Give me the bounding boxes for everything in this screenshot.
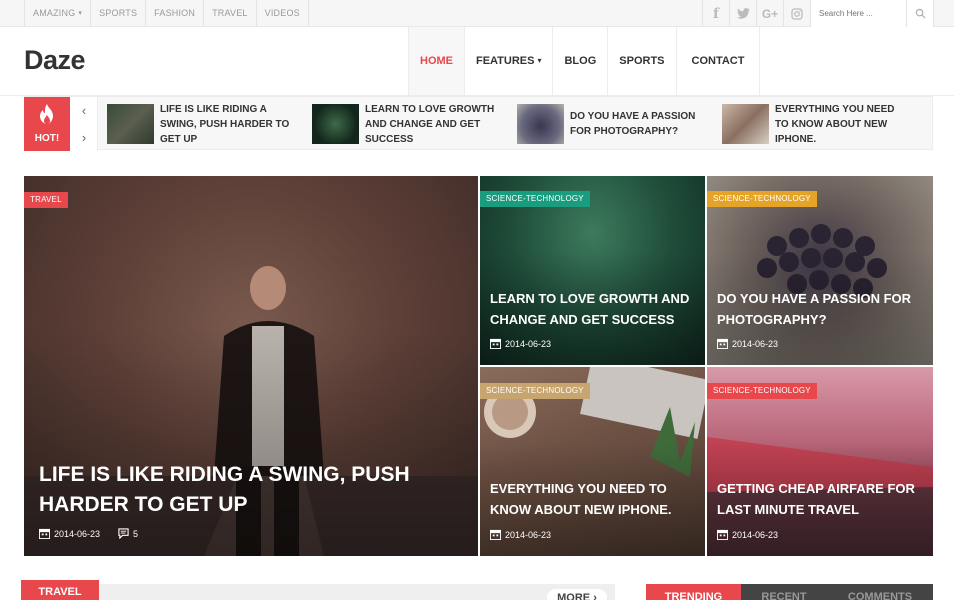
card-title[interactable]: LEARN TO LOVE GROWTH AND CHANGE AND GET … bbox=[490, 288, 695, 330]
post-meta: 2014-06-23 5 bbox=[39, 528, 138, 539]
chevron-down-icon: ▾ bbox=[537, 56, 542, 65]
ticker-thumbnail bbox=[517, 104, 564, 144]
top-nav: AMAZING ▾ SPORTS FASHION TRAVEL VIDEOS bbox=[24, 0, 309, 27]
category-badge[interactable]: SCIENCE-TECHNOLOGY bbox=[480, 191, 590, 207]
hot-ticker: HOT! ‹ › LIFE IS LIKE RIDING A SWING, PU… bbox=[24, 96, 933, 151]
featured-card[interactable]: SCIENCE-TECHNOLOGY LEARN TO LOVE GROWTH … bbox=[480, 176, 705, 365]
twitter-icon[interactable] bbox=[729, 0, 756, 27]
featured-main-title[interactable]: LIFE IS LIKE RIDING A SWING, PUSH HARDER… bbox=[39, 460, 459, 520]
travel-section-header: TRAVEL MORE › bbox=[21, 580, 615, 600]
card-title[interactable]: DO YOU HAVE A PASSION FOR PHOTOGRAPHY? bbox=[717, 288, 922, 330]
featured-card[interactable]: SCIENCE-TECHNOLOGY EVERYTHING YOU NEED T… bbox=[480, 367, 705, 556]
post-date: 2014-06-23 bbox=[732, 529, 779, 540]
search-button[interactable] bbox=[906, 0, 933, 27]
post-date: 2014-06-23 bbox=[505, 529, 552, 540]
top-nav-amazing[interactable]: AMAZING ▾ bbox=[24, 0, 92, 27]
category-badge[interactable]: SCIENCE-TECHNOLOGY bbox=[707, 191, 817, 207]
tab-comments[interactable]: COMMENTS bbox=[827, 584, 933, 600]
post-date: 2014-06-23 bbox=[732, 338, 779, 349]
nav-home[interactable]: HOME bbox=[409, 27, 465, 95]
comment-count: 5 bbox=[133, 528, 139, 539]
ticker-item[interactable]: EVERYTHING YOU NEED TO KNOW ABOUT NEW IP… bbox=[722, 104, 910, 145]
calendar-icon bbox=[39, 528, 50, 539]
post-meta: 2014-06-23 bbox=[717, 529, 778, 540]
top-nav-videos[interactable]: VIDEOS bbox=[257, 0, 309, 27]
nav-contact[interactable]: CONTACT bbox=[677, 27, 761, 95]
google-plus-icon[interactable]: G+ bbox=[756, 0, 783, 27]
post-date: 2014-06-23 bbox=[505, 338, 552, 349]
hot-label: HOT! bbox=[34, 133, 60, 144]
ticker-next-button[interactable]: › bbox=[70, 124, 98, 151]
nav-sports[interactable]: SPORTS bbox=[608, 27, 677, 95]
category-badge[interactable]: SCIENCE-TECHNOLOGY bbox=[480, 383, 590, 399]
ticker-item[interactable]: LIFE IS LIKE RIDING A SWING, PUSH HARDER… bbox=[107, 104, 295, 145]
post-meta: 2014-06-23 bbox=[717, 338, 778, 349]
calendar-icon bbox=[490, 338, 501, 349]
top-bar: AMAZING ▾ SPORTS FASHION TRAVEL VIDEOS f … bbox=[0, 0, 954, 27]
tab-trending[interactable]: TRENDING bbox=[646, 584, 741, 600]
category-badge[interactable]: SCIENCE-TECHNOLOGY bbox=[707, 383, 817, 399]
top-nav-fashion[interactable]: FASHION bbox=[146, 0, 205, 27]
search-icon bbox=[915, 8, 925, 19]
card-title[interactable]: EVERYTHING YOU NEED TO KNOW ABOUT NEW IP… bbox=[490, 478, 700, 520]
card-title[interactable]: GETTING CHEAP AIRFARE FOR LAST MINUTE TR… bbox=[717, 478, 922, 520]
social-links: f G+ bbox=[702, 0, 810, 27]
ticker-item[interactable]: LEARN TO LOVE GROWTH AND CHANGE AND GET … bbox=[312, 104, 500, 145]
ticker-arrows: ‹ › bbox=[70, 97, 98, 151]
sidebar-tabs: TRENDING RECENT COMMENTS bbox=[646, 584, 933, 600]
nav-blog[interactable]: BLOG bbox=[553, 27, 609, 95]
ticker-thumbnail bbox=[722, 104, 769, 144]
site-header: Daze HOME FEATURES ▾ BLOG SPORTS CONTACT bbox=[0, 27, 954, 96]
search-input[interactable] bbox=[819, 0, 903, 27]
ticker-prev-button[interactable]: ‹ bbox=[70, 97, 98, 124]
calendar-icon bbox=[490, 529, 501, 540]
chevron-right-icon: › bbox=[593, 592, 597, 600]
chevron-down-icon: ▾ bbox=[78, 10, 83, 17]
section-tab-travel[interactable]: TRAVEL bbox=[21, 580, 99, 600]
calendar-icon bbox=[717, 338, 728, 349]
flame-icon bbox=[40, 104, 53, 124]
post-meta: 2014-06-23 bbox=[490, 529, 551, 540]
more-button[interactable]: MORE › bbox=[547, 589, 607, 600]
ticker-thumbnail bbox=[107, 104, 154, 144]
featured-main-card[interactable]: TRAVEL LIFE IS LIKE RIDING A SWING, PUSH… bbox=[24, 176, 478, 556]
featured-card[interactable]: SCIENCE-TECHNOLOGY DO YOU HAVE A PASSION… bbox=[707, 176, 933, 365]
main-nav: HOME FEATURES ▾ BLOG SPORTS CONTACT bbox=[408, 27, 761, 95]
top-nav-travel[interactable]: TRAVEL bbox=[204, 0, 257, 27]
facebook-icon[interactable]: f bbox=[702, 0, 729, 27]
category-badge[interactable]: TRAVEL bbox=[24, 192, 68, 208]
ticker-item[interactable]: DO YOU HAVE A PASSION FOR PHOTOGRAPHY? bbox=[517, 104, 705, 144]
instagram-icon[interactable] bbox=[783, 0, 810, 27]
hot-badge: HOT! bbox=[24, 97, 70, 151]
post-meta: 2014-06-23 bbox=[490, 338, 551, 349]
calendar-icon bbox=[717, 529, 728, 540]
site-logo[interactable]: Daze bbox=[24, 45, 86, 76]
comment-icon bbox=[118, 528, 129, 539]
nav-features[interactable]: FEATURES ▾ bbox=[465, 27, 554, 95]
post-date: 2014-06-23 bbox=[54, 528, 101, 539]
featured-card[interactable]: SCIENCE-TECHNOLOGY GETTING CHEAP AIRFARE… bbox=[707, 367, 933, 556]
search-box bbox=[810, 0, 934, 27]
ticker-thumbnail bbox=[312, 104, 359, 144]
top-nav-sports[interactable]: SPORTS bbox=[91, 0, 147, 27]
tab-recent[interactable]: RECENT bbox=[741, 584, 827, 600]
